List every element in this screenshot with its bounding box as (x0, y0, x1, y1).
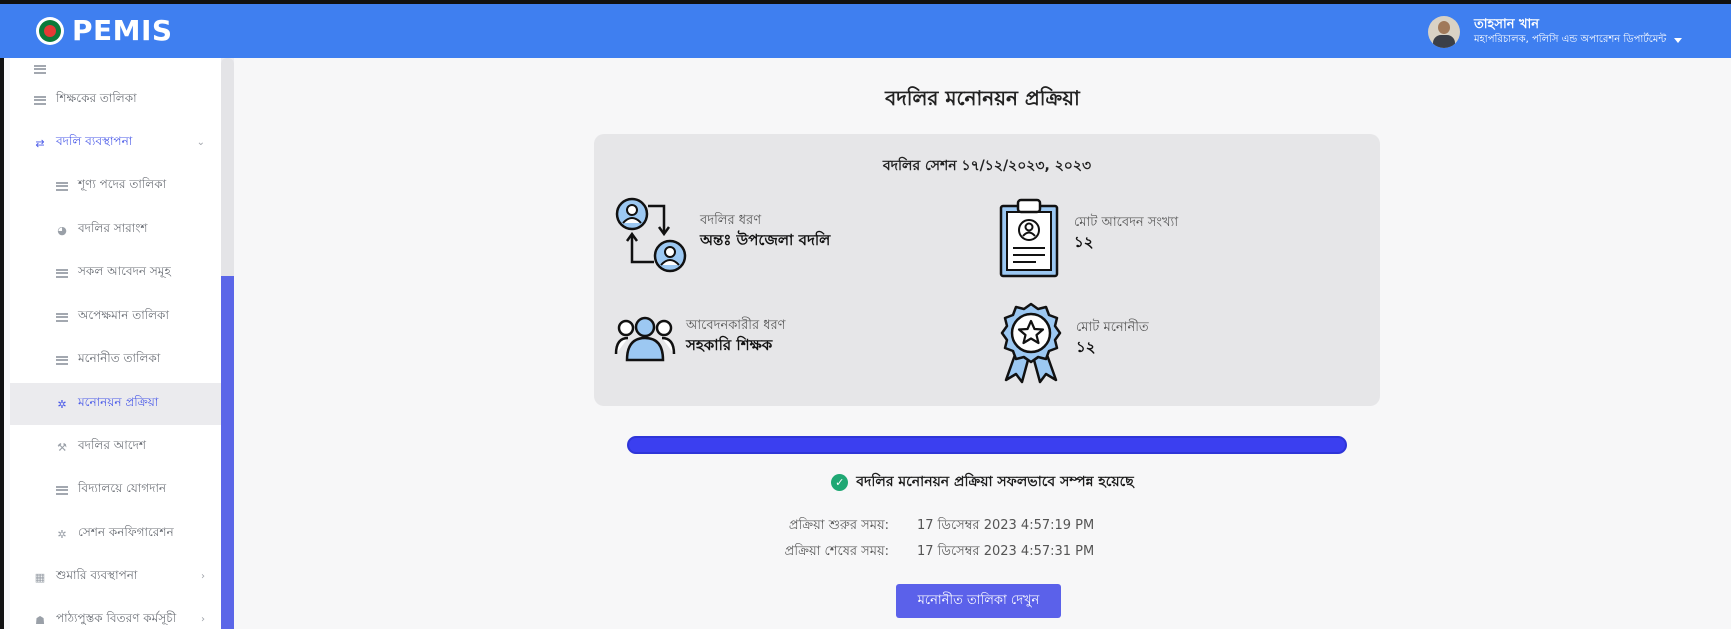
chevron-down-icon: ⌄ (196, 137, 205, 148)
check-circle-icon: ✓ (831, 473, 849, 491)
sidebar-item-vacancy-list[interactable]: শূণ্য পদের তালিকা (10, 167, 221, 205)
success-message: ✓ বদলির মনোনয়ন প্রক্রিয়া সফলভাবে সম্পন… (234, 470, 1731, 494)
group-users-icon (614, 316, 676, 362)
stat-transfer-type: বদলির ধরণ অন্তঃ উপজেলা বদলি (614, 196, 830, 276)
end-time-label: প্রক্রিয়া শেষের সময়: (784, 543, 889, 559)
sidebar-item-census-management[interactable]: ▦ শুমারি ব্যবস্থাপনা › (10, 558, 221, 596)
total-nominated-value: ১২ (1076, 338, 1096, 356)
sidebar-scrollbar-thumb[interactable] (221, 276, 234, 629)
sidebar-scrollbar-gutter (221, 58, 234, 276)
session-title: বদলির সেশন ১৭/১২/২০২৩, ২০২৩ (882, 158, 1092, 174)
stat-total-nominated: মোট মনোনীত ১২ (998, 302, 1149, 384)
chevron-right-icon: › (201, 614, 205, 625)
sidebar-item-transfer-summary[interactable]: ◕ বদলির সারাংশ (10, 211, 221, 249)
view-nominated-list-button[interactable]: মনোনীত তালিকা দেখুন (896, 584, 1061, 618)
sidebar-item-transfer-order[interactable]: ⚒ বদলির আদেশ (10, 428, 221, 466)
brand-name: PEMIS (72, 14, 173, 47)
calendar-icon: ▦ (34, 570, 46, 584)
process-times: প্রক্রিয়া শুরুর সময়: 17 ডিসেম্বর 2023 … (764, 513, 1095, 565)
people-icon: ☗ (35, 613, 45, 627)
sidebar-item-teacher-list[interactable]: শিক্ষকের তালিকা (10, 81, 221, 119)
total-nominated-label: মোট মনোনীত (1076, 320, 1149, 335)
list-ul-icon (56, 354, 68, 366)
avatar[interactable] (1428, 16, 1460, 48)
applicant-type-value: সহকারি শিক্ষক (686, 336, 773, 354)
sidebar-item-all-applications[interactable]: সকল আবেদন সমূহ (10, 254, 221, 292)
stat-applicant-type: আবেদনকারীর ধরণ সহকারি শিক্ষক (614, 314, 786, 364)
main-content: বদলির মনোনয়ন প্রক্রিয়া বদলির সেশন ১৭/১… (234, 58, 1731, 629)
success-text: বদলির মনোনয়ন প্রক্রিয়া সফলভাবে সম্পন্ন… (856, 474, 1134, 490)
start-time-label: প্রক্রিয়া শুরুর সময়: (788, 517, 889, 533)
user-name: তাহসান খান (1474, 17, 1540, 32)
list-icon (34, 94, 46, 106)
sidebar-item-nominated-list[interactable]: মনোনীত তালিকা (10, 341, 221, 379)
user-menu[interactable]: তাহসান খান মহাপরিচালক, পলিসি এন্ড অপারেশ… (1428, 16, 1683, 48)
sidebar-item-nomination-process[interactable]: ✲ মনোনয়ন প্রক্রিয়া (10, 383, 221, 425)
chevron-right-icon: › (201, 571, 205, 582)
page-title: বদলির মনোনয়ন প্রক্রিয়া (885, 86, 1080, 110)
list-icon (56, 484, 68, 496)
sidebar: শিক্ষকের তালিকা ⇄ বদলি ব্যবস্থাপনা ⌄ শূণ… (10, 58, 221, 629)
session-summary-card: বদলির সেশন ১৭/১২/২০২৩, ২০২৩ বদলির ধরণ অন… (594, 134, 1380, 406)
pie-chart-icon: ◕ (57, 223, 67, 237)
sidebar-item-school-joining[interactable]: বিদ্যালয়ে যোগদান (10, 471, 221, 509)
sidebar-item-waiting-list[interactable]: অপেক্ষমান তালিকা (10, 298, 221, 336)
list-ul-icon (56, 311, 68, 323)
user-role: মহাপরিচালক, পলিসি এন্ড অপারেশন ডিপার্টমে… (1474, 34, 1667, 45)
exchange-icon: ⇄ (35, 136, 45, 150)
sidebar-item-textbook-distribution[interactable]: ☗ পাঠ্যপুস্তক বিতরণ কর্মসূচী › (10, 601, 221, 629)
top-navbar: PEMIS তাহসান খান মহাপরিচালক, পলিসি এন্ড … (0, 4, 1731, 58)
list-icon (56, 180, 68, 192)
stat-total-applications: মোট আবেদন সংখ্যা ১২ (998, 196, 1178, 278)
user-transfer-icon (615, 197, 687, 273)
end-time-value: 17 ডিসেম্বর 2023 4:57:31 PM (917, 543, 1095, 559)
transfer-type-label: বদলির ধরণ (700, 213, 762, 228)
applicant-type-label: আবেদনকারীর ধরণ (686, 318, 786, 333)
brand[interactable]: PEMIS (36, 14, 173, 47)
sidebar-item-session-config[interactable]: ✲ সেশন কনফিগারেশন (10, 515, 221, 553)
total-applications-value: ১২ (1074, 233, 1094, 251)
clipboard-document-icon (999, 198, 1059, 278)
list-icon (34, 63, 46, 75)
gear-icon: ✲ (57, 527, 67, 541)
sidebar-item-transfer-management[interactable]: ⇄ বদলি ব্যবস্থাপনা ⌄ (10, 124, 221, 162)
bangladesh-logo-icon (36, 16, 64, 45)
gavel-icon: ⚒ (57, 440, 67, 454)
process-progress-bar (627, 436, 1347, 454)
start-time-value: 17 ডিসেম্বর 2023 4:57:19 PM (917, 517, 1095, 533)
award-badge-icon (1000, 302, 1062, 384)
caret-down-icon[interactable] (1674, 37, 1683, 43)
total-applications-label: মোট আবেদন সংখ্যা (1074, 215, 1179, 230)
list-icon (56, 267, 68, 279)
gear-icon: ✲ (57, 397, 67, 411)
transfer-type-value: অন্তঃ উপজেলা বদলি (700, 231, 831, 249)
